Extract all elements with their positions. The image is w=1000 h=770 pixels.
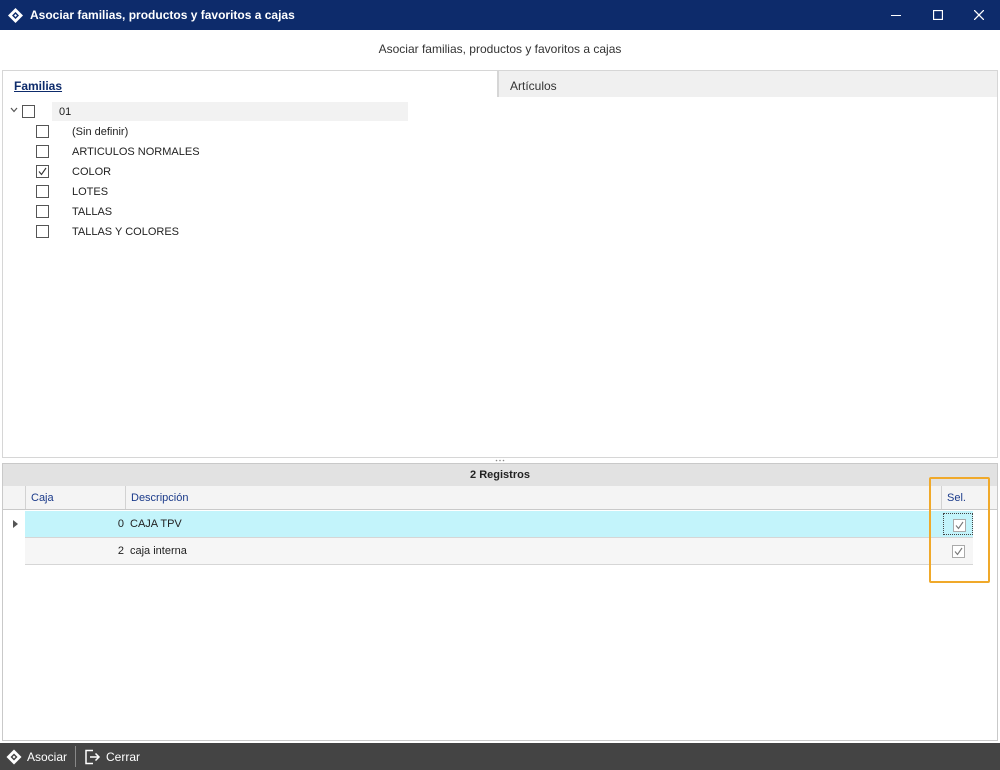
tree-item-checkbox-color[interactable]: [36, 165, 49, 178]
tree-item-label: ARTICULOS NORMALES: [72, 146, 200, 158]
cerrar-label: Cerrar: [106, 749, 141, 764]
checkmark-icon: [38, 167, 47, 176]
maximize-icon: [933, 10, 943, 20]
window-titlebar: Asociar familias, productos y favoritos …: [0, 0, 1000, 30]
bottom-toolbar: Asociar Cerrar: [0, 743, 1000, 770]
cell-sel: [943, 540, 973, 562]
cell-caja: 0: [117, 518, 124, 530]
close-button[interactable]: [958, 0, 1000, 30]
tree-item-checkbox-lotes[interactable]: [36, 185, 49, 198]
grid-header: Caja Descripción Sel.: [3, 486, 997, 510]
checkmark-icon: [955, 521, 964, 530]
tree-root-checkbox[interactable]: [22, 105, 35, 118]
cell-caja: 2: [117, 545, 124, 557]
tab-familias[interactable]: Familias: [2, 70, 498, 98]
tree-item-label: TALLAS: [72, 206, 113, 218]
asociar-label: Asociar: [27, 749, 68, 764]
cell-descripcion: caja interna: [130, 545, 187, 557]
exit-icon: [85, 749, 101, 764]
chevron-down-icon[interactable]: [10, 107, 18, 113]
toolbar-divider: [75, 746, 76, 767]
sel-checkbox[interactable]: [953, 519, 966, 532]
maximize-button[interactable]: [917, 0, 959, 30]
checkmark-icon: [954, 547, 963, 556]
tree-item-label: TALLAS Y COLORES: [72, 226, 179, 238]
tab-familias-label: Familias: [14, 79, 63, 93]
tree-item-checkbox-articulos-normales[interactable]: [36, 145, 49, 158]
tree-root-label: 01: [59, 106, 72, 118]
asociar-button[interactable]: Asociar: [6, 743, 67, 770]
minimize-icon: [891, 15, 901, 16]
tab-articulos[interactable]: Artículos: [498, 70, 998, 98]
column-header-caja[interactable]: Caja: [31, 492, 54, 504]
tree-item-checkbox-tallas-y-colores[interactable]: [36, 225, 49, 238]
app-logo-icon: [7, 7, 24, 24]
tree-root-row[interactable]: [52, 102, 408, 121]
cell-sel: [943, 513, 973, 535]
table-row[interactable]: 2 caja interna: [25, 538, 973, 565]
cerrar-button[interactable]: Cerrar: [84, 743, 140, 770]
asociar-logo-icon: [6, 749, 22, 764]
tree-item-checkbox-tallas[interactable]: [36, 205, 49, 218]
splitter-grip-icon: [495, 459, 505, 462]
tree-item-checkbox-sin-definir[interactable]: [36, 125, 49, 138]
tab-articulos-label: Artículos: [510, 79, 557, 93]
current-row-indicator-icon: [13, 520, 18, 528]
familias-tree-panel: 01 (Sin definir) ARTICULOS NORMALES COLO…: [2, 97, 998, 458]
tree-item-label: LOTES: [72, 186, 109, 198]
cell-descripcion: CAJA TPV: [130, 518, 182, 530]
minimize-button[interactable]: [875, 0, 917, 30]
cajas-grid: 2 Registros Caja Descripción Sel. 0 CAJA…: [2, 463, 998, 741]
tree-item-label: (Sin definir): [72, 126, 129, 138]
page-subtitle: Asociar familias, productos y favoritos …: [378, 42, 622, 56]
column-header-descripcion[interactable]: Descripción: [131, 492, 188, 504]
column-header-sel[interactable]: Sel.: [947, 492, 966, 504]
table-row[interactable]: 0 CAJA TPV: [25, 511, 973, 538]
close-icon: [974, 10, 984, 20]
tree-item-label: COLOR: [72, 166, 112, 178]
grid-record-count: 2 Registros: [3, 464, 997, 486]
window-title: Asociar familias, productos y favoritos …: [30, 8, 295, 22]
sel-checkbox[interactable]: [952, 545, 965, 558]
